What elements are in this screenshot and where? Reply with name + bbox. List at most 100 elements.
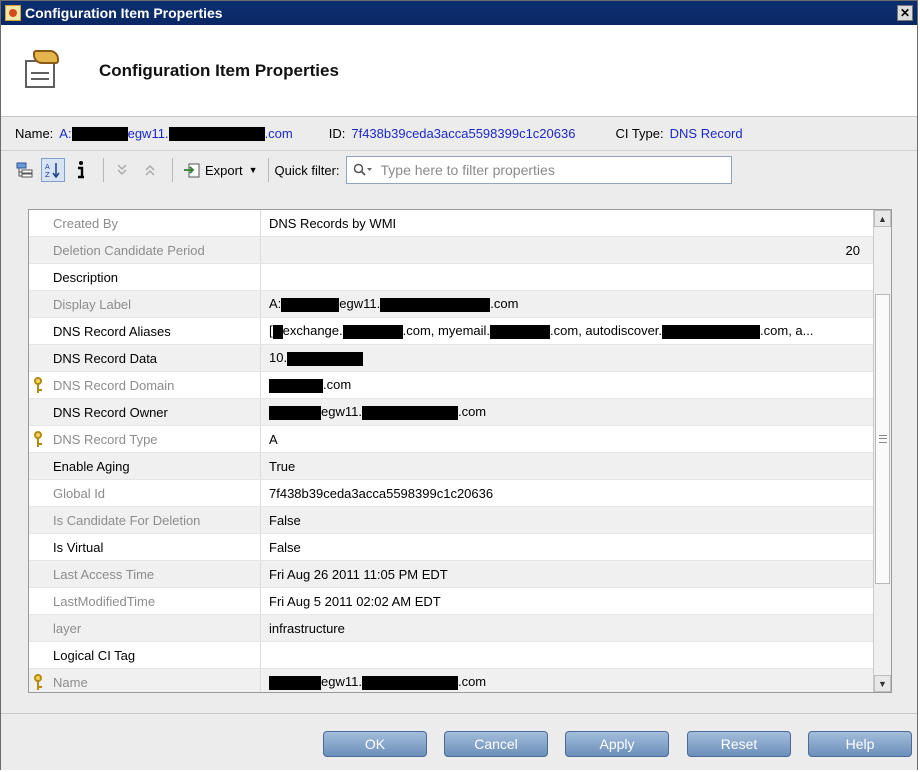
property-name-text: LastModifiedTime	[53, 593, 156, 609]
table-row[interactable]: DNS Record Type A	[29, 426, 874, 453]
table-row[interactable]: DNS Record Owner egw11. .com	[29, 399, 874, 426]
apply-button[interactable]: Apply	[565, 731, 669, 757]
property-value: .com	[261, 377, 874, 393]
value-text: egw11.	[321, 404, 362, 420]
export-icon	[184, 163, 200, 178]
property-name: DNS Record Owner	[29, 399, 261, 425]
scroll-thumb[interactable]	[875, 294, 890, 584]
property-value: A	[261, 432, 874, 447]
value-text: .com	[490, 296, 519, 312]
property-name: Name	[29, 669, 261, 692]
property-value: 10.	[261, 350, 874, 366]
toolbar-separator	[103, 158, 104, 182]
property-name-text: Logical CI Tag	[53, 647, 136, 663]
property-name: LastModifiedTime	[29, 588, 261, 614]
value-text: infrastructure	[269, 620, 345, 636]
property-name-text: Is Virtual	[53, 539, 104, 555]
property-name: Deletion Candidate Period	[29, 237, 261, 263]
properties-dialog: Configuration Item Properties ✕ Configur…	[0, 0, 918, 770]
redacted-block	[490, 324, 551, 339]
redacted-block	[361, 675, 458, 690]
name-middle: egw11.	[127, 125, 169, 141]
table-row[interactable]: Display Label A: egw11. .com	[29, 291, 874, 318]
close-icon[interactable]: ✕	[897, 5, 913, 21]
table-row[interactable]: Global Id 7f438b39ceda3acca5598399c1c2063…	[29, 480, 874, 507]
redacted-block	[272, 324, 283, 339]
table-row[interactable]: Logical CI Tag	[29, 642, 874, 669]
dialog-header: Configuration Item Properties	[1, 25, 917, 117]
value-text: .com, myemail.	[402, 323, 491, 339]
search-icon[interactable]	[353, 163, 373, 177]
move-down-icon[interactable]	[110, 158, 134, 182]
property-name-text: DNS Record Data	[53, 350, 158, 366]
toolbar-separator	[172, 158, 173, 182]
property-name-text: Global Id	[53, 485, 106, 501]
scroll-up-icon[interactable]: ▲	[874, 210, 891, 227]
id-value: 7f438b39ceda3acca5598399c1c20636	[351, 126, 576, 141]
help-button[interactable]: Help	[808, 731, 912, 757]
property-name-text: layer	[53, 620, 82, 636]
property-value: DNS Records by WMI	[261, 216, 874, 231]
property-name: Logical CI Tag	[29, 642, 261, 668]
move-up-icon[interactable]	[138, 158, 162, 182]
property-value: 7f438b39ceda3acca5598399c1c20636	[261, 486, 874, 501]
table-row[interactable]: Deletion Candidate Period 20	[29, 237, 874, 264]
property-value: egw11. .com	[261, 404, 874, 420]
name-label: Name:	[15, 126, 54, 141]
chevron-down-icon: ▼	[248, 165, 258, 175]
name-suffix: .com	[264, 125, 293, 141]
value-text: egw11.	[321, 674, 362, 690]
table-row[interactable]: LastModifiedTime Fri Aug 5 2011 02:02 AM …	[29, 588, 874, 615]
ci-type-value: DNS Record	[669, 126, 743, 141]
redacted-block	[269, 405, 321, 420]
table-row[interactable]: Name egw11. .com	[29, 669, 874, 692]
value-text: .com, a...	[760, 323, 814, 339]
ok-button[interactable]: OK	[323, 731, 427, 757]
table-row[interactable]: Is Candidate For Deletion False	[29, 507, 874, 534]
value-text: .com	[457, 674, 487, 690]
table-row[interactable]: Is Virtual False	[29, 534, 874, 561]
value-text: .com	[457, 404, 487, 420]
table-row[interactable]: layer infrastructure	[29, 615, 874, 642]
property-name-text: Name	[53, 674, 88, 690]
redacted-block	[342, 324, 403, 339]
export-label: Export	[205, 162, 243, 178]
table-row[interactable]: DNS Record Aliases[exchange. .com, myemai…	[29, 318, 874, 345]
vertical-scrollbar[interactable]: ▲ ▼	[873, 210, 891, 692]
value-text: .com	[323, 377, 352, 393]
sort-alphabetical-icon[interactable]: AZ	[41, 158, 65, 182]
property-name: Created By	[29, 210, 261, 236]
table-row[interactable]: Created By DNS Records by WMI	[29, 210, 874, 237]
property-name-text: DNS Record Owner	[53, 404, 168, 420]
id-label: ID:	[328, 126, 346, 141]
redacted-block	[281, 297, 340, 312]
property-name-text: Display Label	[53, 296, 132, 312]
tree-view-icon[interactable]	[13, 158, 37, 182]
table-row[interactable]: DNS Record Domain .com	[29, 372, 874, 399]
info-icon[interactable]	[69, 158, 93, 182]
properties-table: Created By DNS Records by WMI Deletion Can…	[28, 209, 892, 693]
redacted-block	[269, 675, 321, 690]
cancel-button[interactable]: Cancel	[444, 731, 548, 757]
value-text: .com, autodiscover.	[550, 323, 663, 339]
name-prefix: A:	[59, 125, 72, 141]
property-value: infrastructure	[261, 621, 874, 636]
quick-filter-label: Quick filter:	[274, 162, 340, 178]
property-name: layer	[29, 615, 261, 641]
table-row[interactable]: Last Access Time Fri Aug 26 2011 11:05 PM…	[29, 561, 874, 588]
value-text: False	[269, 539, 301, 555]
table-row[interactable]: DNS Record Data 10.	[29, 345, 874, 372]
table-row[interactable]: Description	[29, 264, 874, 291]
key-icon	[33, 674, 43, 690]
name-value: A: egw11. .com	[59, 125, 293, 142]
property-value: False	[261, 513, 874, 528]
table-row[interactable]: Enable Aging True	[29, 453, 874, 480]
property-value: False	[261, 540, 874, 555]
quick-filter-field[interactable]	[345, 156, 732, 184]
reset-button[interactable]: Reset	[687, 731, 791, 757]
value-text: A	[269, 431, 278, 447]
scroll-down-icon[interactable]: ▼	[874, 675, 891, 692]
export-button[interactable]: Export ▼	[179, 157, 262, 183]
svg-text:Z: Z	[45, 171, 50, 179]
search-input[interactable]	[378, 161, 731, 179]
